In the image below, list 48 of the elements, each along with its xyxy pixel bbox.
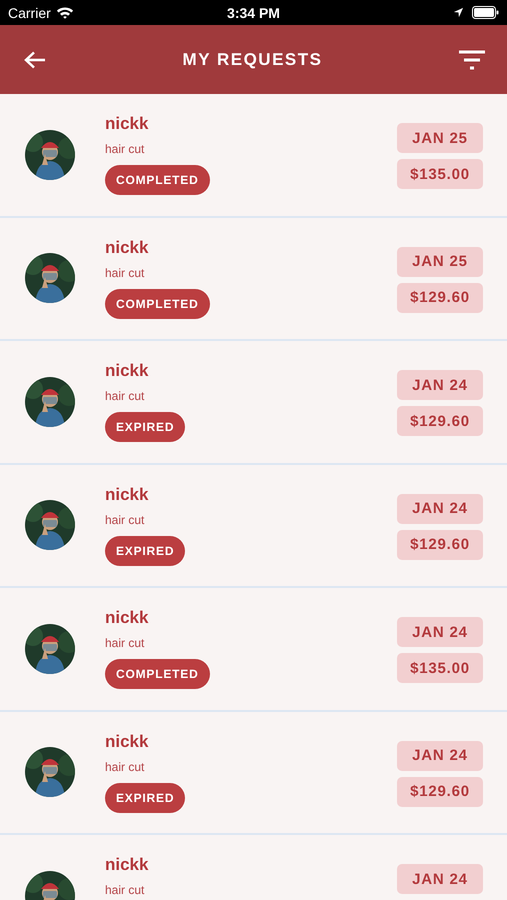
client-name: nickk bbox=[105, 114, 148, 134]
filter-icon[interactable] bbox=[459, 50, 485, 70]
price-tag: $129.60 bbox=[397, 406, 483, 436]
client-name: nickk bbox=[105, 608, 148, 628]
service-name: hair cut bbox=[105, 636, 144, 650]
date-tag: JAN 25 bbox=[397, 246, 483, 276]
service-name: hair cut bbox=[105, 760, 144, 774]
status-badge: EXPIRED bbox=[105, 782, 186, 812]
date-tag: JAN 24 bbox=[397, 617, 483, 647]
client-name: nickk bbox=[105, 238, 148, 258]
back-arrow-icon[interactable] bbox=[24, 50, 46, 68]
status-badge: COMPLETED bbox=[105, 165, 210, 195]
price-tag: $135.00 bbox=[397, 159, 483, 189]
client-name: nickk bbox=[105, 855, 148, 875]
date-tag: JAN 24 bbox=[397, 494, 483, 524]
price-tag: $129.60 bbox=[397, 282, 483, 312]
service-name: hair cut bbox=[105, 266, 144, 280]
request-row[interactable]: nickk hair cut EXPIRED JAN 24 $129.60 bbox=[0, 464, 507, 588]
date-tag: JAN 25 bbox=[397, 123, 483, 153]
price-tag: $129.60 bbox=[397, 530, 483, 560]
clock-time: 3:34 PM bbox=[227, 4, 280, 20]
page-title: MY REQUESTS bbox=[182, 50, 322, 70]
wifi-icon bbox=[56, 6, 74, 19]
service-name: hair cut bbox=[105, 389, 144, 403]
date-tag: JAN 24 bbox=[397, 864, 483, 894]
date-tag: JAN 24 bbox=[397, 370, 483, 400]
price-tag: $129.60 bbox=[397, 776, 483, 806]
client-name: nickk bbox=[105, 361, 148, 381]
request-row[interactable]: nickk hair cut COMPLETED JAN 25 $135.00 bbox=[0, 94, 507, 218]
request-row[interactable]: nickk hair cut EXPIRED JAN 24 $129.60 bbox=[0, 341, 507, 464]
service-name: hair cut bbox=[105, 883, 144, 897]
date-tag: JAN 24 bbox=[397, 740, 483, 770]
status-badge: COMPLETED bbox=[105, 659, 210, 689]
client-name: nickk bbox=[105, 484, 148, 504]
client-name: nickk bbox=[105, 732, 148, 752]
service-name: hair cut bbox=[105, 512, 144, 526]
status-badge: EXPIRED bbox=[105, 536, 186, 566]
request-row[interactable]: nickk hair cut EXPIRED JAN 24 $129.60 bbox=[0, 712, 507, 835]
service-name: hair cut bbox=[105, 142, 144, 156]
price-tag: $135.00 bbox=[397, 653, 483, 683]
carrier-label: Carrier bbox=[8, 4, 51, 20]
status-badge: COMPLETED bbox=[105, 288, 210, 318]
request-row[interactable]: nickk hair cut COMPLETED JAN 25 $129.60 bbox=[0, 218, 507, 341]
request-row[interactable]: nickk hair cut COMPLETED JAN 24 $135.00 bbox=[0, 588, 507, 712]
location-icon bbox=[453, 7, 464, 18]
status-badge: EXPIRED bbox=[105, 412, 186, 442]
battery-icon bbox=[472, 6, 499, 19]
request-row[interactable]: nickk hair cut JAN 24 bbox=[0, 835, 507, 900]
